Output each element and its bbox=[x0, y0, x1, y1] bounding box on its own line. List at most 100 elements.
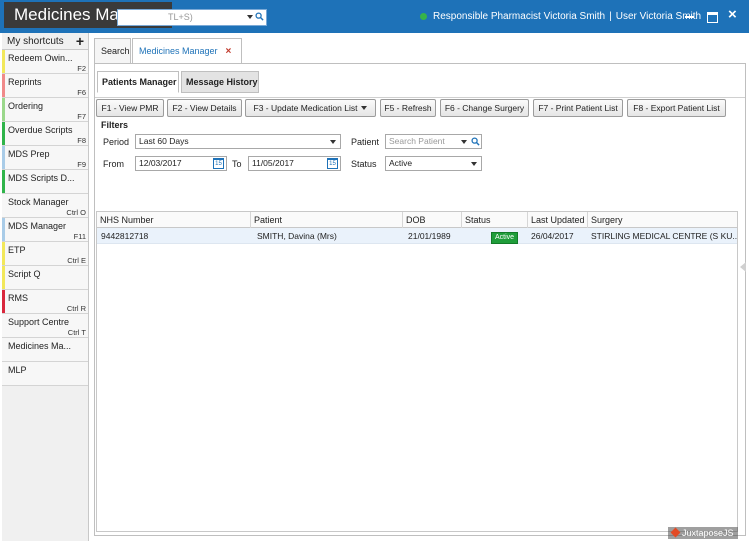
patient-cell: SMITH, Davina (Mrs) bbox=[257, 231, 337, 241]
sidebar-item-label: Reprints bbox=[8, 77, 42, 87]
sidebar-item-color-bar bbox=[2, 98, 5, 121]
my-shortcuts-header: My shortcuts + bbox=[2, 33, 88, 50]
sidebar-item[interactable]: Support Centre Ctrl T bbox=[2, 314, 88, 338]
sidebar-item-shortcut: F2 bbox=[77, 64, 86, 73]
global-search-input[interactable]: TL+S) bbox=[117, 9, 267, 26]
collapse-panel-arrow-icon[interactable] bbox=[740, 262, 746, 272]
view-pmr-button[interactable]: F1 - View PMR bbox=[96, 99, 164, 117]
status-label: Status bbox=[351, 159, 377, 169]
sidebar-item[interactable]: MDS Prep F9 bbox=[2, 146, 88, 170]
from-label: From bbox=[103, 159, 124, 169]
sidebar-item-label: Support Centre bbox=[8, 317, 70, 327]
grid-header: NHS Number Patient DOB Status Last Updat… bbox=[97, 212, 737, 228]
sidebar-item[interactable]: Reprints F6 bbox=[2, 74, 88, 98]
sidebar-item-label: MLP bbox=[8, 365, 27, 375]
column-header[interactable]: NHS Number bbox=[97, 212, 251, 228]
sidebar-item-color-bar bbox=[2, 218, 5, 241]
status-value: Active bbox=[389, 158, 413, 168]
sidebar-item-label: ETP bbox=[8, 245, 26, 255]
column-header[interactable]: Last Updated bbox=[528, 212, 588, 228]
tab-search[interactable]: Search bbox=[94, 38, 131, 64]
shortcuts-sidebar: My shortcuts + Redeem Owin... F2 Reprints F… bbox=[2, 33, 89, 541]
sidebar-item-color-bar bbox=[2, 170, 5, 193]
change-surgery-button[interactable]: F6 - Change Surgery bbox=[440, 99, 529, 117]
patients-grid: NHS Number Patient DOB Status Last Updat… bbox=[96, 211, 738, 532]
column-header[interactable]: DOB bbox=[403, 212, 462, 228]
export-patient-list-button[interactable]: F8 - Export Patient List bbox=[627, 99, 726, 117]
sidebar-item[interactable]: Script Q bbox=[2, 266, 88, 290]
action-toolbar: F1 - View PMR F2 - View Details F3 - Upd… bbox=[95, 97, 745, 117]
tab-message-history[interactable]: Message History bbox=[181, 71, 259, 93]
sidebar-item-label: Ordering bbox=[8, 101, 44, 111]
table-row[interactable]: 9442812718 SMITH, Davina (Mrs) 21/01/198… bbox=[97, 228, 737, 244]
chevron-down-icon[interactable] bbox=[247, 15, 253, 19]
sidebar-item-label: Overdue Scripts bbox=[8, 125, 73, 135]
sidebar-item[interactable]: RMS Ctrl R bbox=[2, 290, 88, 314]
print-patient-list-button[interactable]: F7 - Print Patient List bbox=[533, 99, 623, 117]
tab-medicines-manager-label: Medicines Manager bbox=[139, 46, 218, 56]
sidebar-item-shortcut: Ctrl T bbox=[67, 328, 86, 337]
column-header[interactable]: Patient bbox=[251, 212, 403, 228]
pharmacist-label: Responsible Pharmacist Victoria Smith bbox=[433, 11, 606, 22]
sidebar-item-label: Medicines Ma... bbox=[8, 341, 72, 351]
column-header[interactable]: Surgery bbox=[588, 212, 737, 228]
from-date-value: 12/03/2017 bbox=[139, 158, 182, 168]
refresh-button[interactable]: F5 - Refresh bbox=[380, 99, 436, 117]
close-tab-icon[interactable]: × bbox=[226, 46, 232, 57]
sidebar-item-shortcut: Ctrl R bbox=[66, 304, 86, 313]
tab-medicines-manager[interactable]: Medicines Manager × bbox=[132, 38, 242, 64]
sidebar-item[interactable]: ETP Ctrl E bbox=[2, 242, 88, 266]
patient-search-input[interactable]: Search Patient bbox=[385, 134, 482, 149]
update-medication-list-label: F3 - Update Medication List bbox=[253, 103, 358, 113]
period-label: Period bbox=[103, 137, 130, 147]
maximize-icon[interactable] bbox=[705, 9, 719, 23]
column-header[interactable]: Status bbox=[462, 212, 528, 228]
sidebar-item[interactable]: MDS Scripts D... bbox=[2, 170, 88, 194]
sidebar-item-shortcut: F7 bbox=[77, 112, 86, 121]
sidebar-item-label: RMS bbox=[8, 293, 28, 303]
sidebar-item[interactable]: Stock Manager Ctrl O bbox=[2, 194, 88, 218]
sidebar-item[interactable]: Medicines Ma... bbox=[2, 338, 88, 362]
chevron-down-icon[interactable] bbox=[461, 140, 467, 144]
view-details-button[interactable]: F2 - View Details bbox=[167, 99, 242, 117]
to-date-input[interactable]: 11/05/2017 15 bbox=[248, 156, 341, 171]
sidebar-item[interactable]: Overdue Scripts F8 bbox=[2, 122, 88, 146]
nhs-number-cell: 9442812718 bbox=[101, 231, 149, 241]
sidebar-item[interactable]: MLP bbox=[2, 362, 88, 386]
add-shortcut-icon[interactable]: + bbox=[76, 33, 84, 49]
sidebar-item-shortcut: Ctrl O bbox=[66, 208, 86, 217]
sidebar-item-color-bar bbox=[2, 242, 5, 265]
tab-patients-manager[interactable]: Patients Manager bbox=[97, 71, 179, 93]
search-icon[interactable] bbox=[255, 12, 264, 21]
sidebar-item-color-bar bbox=[2, 122, 5, 145]
sidebar-item[interactable]: Redeem Owin... F2 bbox=[2, 50, 88, 74]
close-window-icon[interactable]: × bbox=[727, 7, 741, 23]
filters-heading: Filters bbox=[101, 120, 129, 130]
from-date-input[interactable]: 12/03/2017 15 bbox=[135, 156, 227, 171]
calendar-icon[interactable]: 15 bbox=[327, 158, 338, 169]
sidebar-item-color-bar bbox=[2, 266, 5, 289]
search-hint: TL+S) bbox=[168, 12, 193, 22]
sidebar-item-shortcut: F6 bbox=[77, 88, 86, 97]
status-select[interactable]: Active bbox=[385, 156, 482, 171]
sidebar-item-label: MDS Prep bbox=[8, 149, 50, 159]
shortcut-list: Redeem Owin... F2 Reprints F6 Ordering F7 Over… bbox=[2, 50, 88, 386]
sidebar-item-shortcut: F9 bbox=[77, 160, 86, 169]
search-icon[interactable] bbox=[471, 137, 480, 146]
my-shortcuts-label: My shortcuts bbox=[7, 36, 64, 47]
calendar-icon[interactable]: 15 bbox=[213, 158, 224, 169]
surgery-cell: STIRLING MEDICAL CENTRE (S KU... bbox=[591, 231, 737, 241]
period-select[interactable]: Last 60 Days bbox=[135, 134, 341, 149]
sidebar-item-shortcut: F8 bbox=[77, 136, 86, 145]
sidebar-item-label: Redeem Owin... bbox=[8, 53, 73, 63]
sidebar-item[interactable]: Ordering F7 bbox=[2, 98, 88, 122]
minimize-icon[interactable] bbox=[683, 9, 697, 23]
juxtapose-watermark: JuxtaposeJS bbox=[668, 527, 738, 539]
to-label: To bbox=[232, 159, 242, 169]
status-badge: Active bbox=[491, 232, 519, 244]
to-date-value: 11/05/2017 bbox=[252, 158, 294, 168]
sidebar-item-shortcut: Ctrl E bbox=[67, 256, 86, 265]
update-medication-list-button[interactable]: F3 - Update Medication List bbox=[245, 99, 376, 117]
dropdown-arrow-icon bbox=[361, 106, 368, 110]
sidebar-item[interactable]: MDS Manager F11 bbox=[2, 218, 88, 242]
